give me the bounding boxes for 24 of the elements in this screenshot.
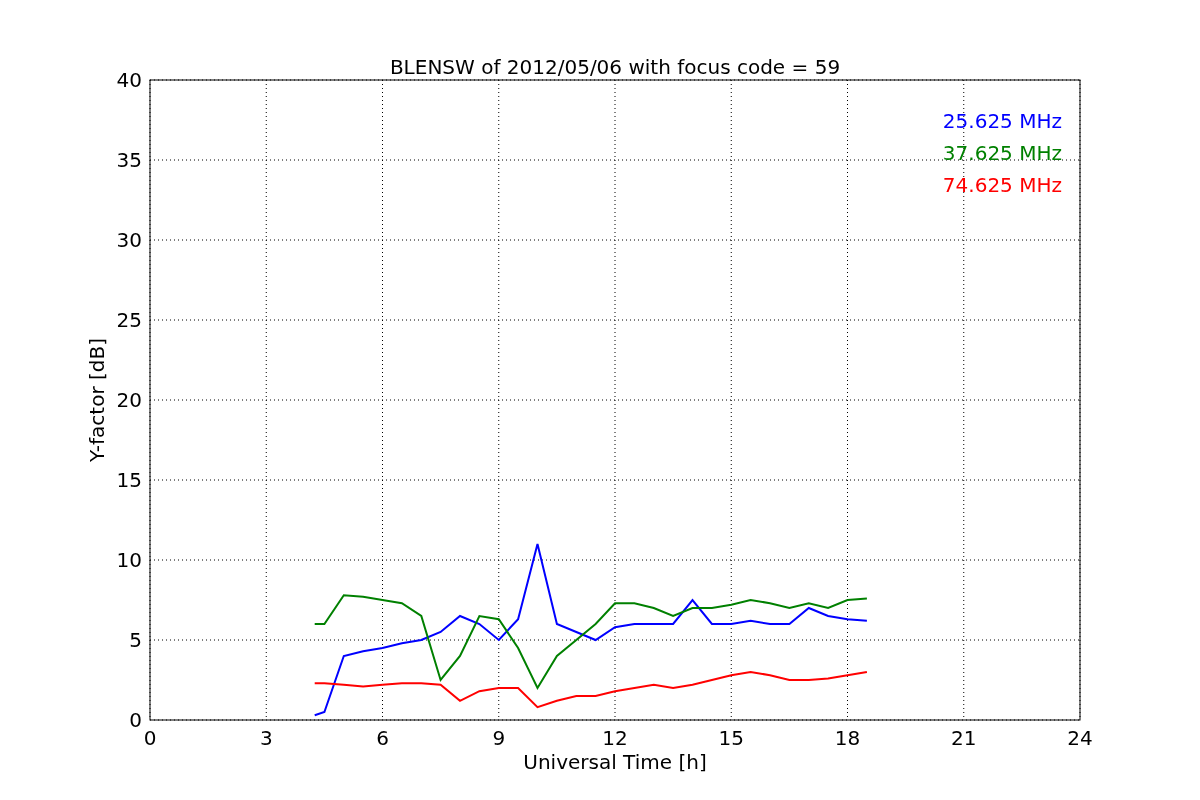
chart-title: BLENSW of 2012/05/06 with focus code = 59	[389, 55, 841, 79]
y-tick-label: 10	[116, 548, 142, 572]
legend-label: 74.625 MHz	[942, 173, 1062, 197]
x-tick-label: 9	[492, 726, 506, 750]
y-tick-label: 0	[129, 708, 142, 732]
y-tick-label: 20	[116, 388, 142, 412]
x-tick-label: 6	[376, 726, 389, 750]
y-tick-label: 40	[116, 68, 142, 92]
x-tick-label: 12	[602, 726, 628, 750]
legend-label: 37.625 MHz	[942, 141, 1062, 165]
y-tick-label: 25	[116, 308, 142, 332]
x-tick-label: 21	[951, 726, 977, 750]
x-axis-label: Universal Time [h]	[523, 750, 707, 774]
x-tick-label: 0	[143, 726, 157, 750]
legend-label: 25.625 MHz	[942, 109, 1062, 133]
y-tick-label: 15	[116, 468, 142, 492]
y-tick-label: 30	[116, 228, 142, 252]
x-tick-label: 15	[718, 726, 744, 750]
y-axis-label: Y-factor [dB]	[85, 338, 109, 462]
x-tick-label: 3	[259, 726, 273, 750]
y-tick-label: 5	[129, 628, 142, 652]
x-tick-label: 24	[1067, 726, 1093, 750]
x-tick-label: 18	[834, 726, 861, 750]
y-tick-label: 35	[116, 148, 142, 172]
